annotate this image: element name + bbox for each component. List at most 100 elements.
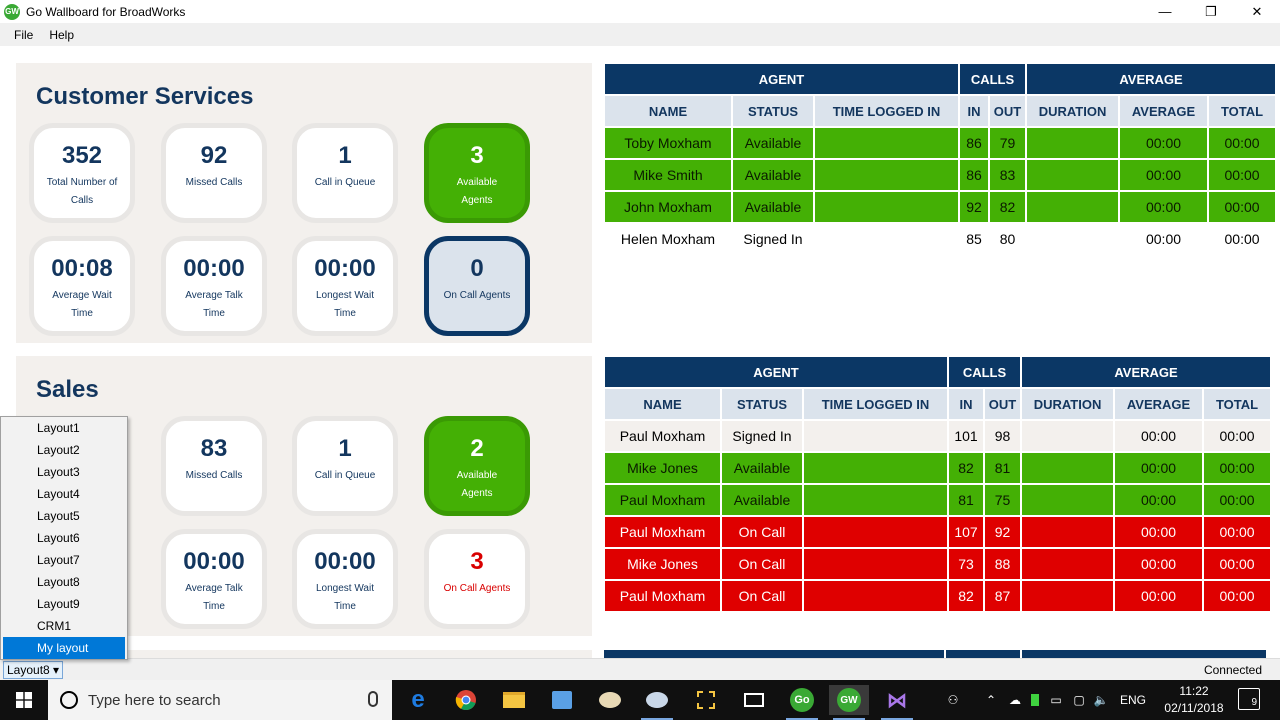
connection-status: Connected: [1203, 663, 1262, 677]
col-duration: DURATION: [1027, 96, 1119, 126]
cell-time-logged-in: [804, 421, 948, 451]
table-row: John Moxham Available 92 82 00:00 00:00: [605, 192, 1276, 222]
cell-duration: [1027, 224, 1119, 254]
file-explorer-icon[interactable]: [494, 685, 534, 715]
action-center-icon[interactable]: 9: [1238, 688, 1260, 710]
col-average: AVERAGE: [1115, 389, 1203, 419]
cell-total: 00:00: [1209, 224, 1276, 254]
layout-option[interactable]: CRM1: [1, 615, 127, 637]
cell-duration: [1022, 453, 1114, 483]
paint-3d-icon[interactable]: [637, 685, 677, 720]
cell-out: 75: [985, 485, 1021, 515]
paint-icon[interactable]: [590, 685, 630, 715]
cell-out: 81: [985, 453, 1021, 483]
chrome-icon[interactable]: [446, 685, 486, 715]
language-indicator[interactable]: ENG: [1116, 693, 1150, 707]
queue-title: Customer Services: [36, 83, 254, 110]
snipping-tool-icon[interactable]: [686, 685, 726, 715]
cell-name: Toby Moxham: [605, 128, 731, 158]
col-in: IN: [960, 96, 989, 126]
taskbar-clock[interactable]: 11:22 02/11/2018: [1162, 683, 1226, 717]
device-icon[interactable]: ▭: [1044, 693, 1068, 707]
go-app-icon[interactable]: Go: [782, 685, 822, 720]
table-row: Paul Moxham Signed In 101 98 00:00 00:00: [605, 421, 1271, 451]
layout-option[interactable]: Layout8: [1, 571, 127, 593]
menu-file[interactable]: File: [6, 28, 41, 42]
layout-option[interactable]: Layout3: [1, 461, 127, 483]
media-app-icon[interactable]: [542, 685, 582, 715]
menu-help[interactable]: Help: [41, 28, 82, 42]
cell-status: On Call: [722, 517, 802, 547]
gw-app-label: GW: [837, 688, 861, 712]
cell-name: Paul Moxham: [605, 581, 720, 611]
cell-in: 92: [960, 192, 989, 222]
layout-option[interactable]: Layout7: [1, 549, 127, 571]
clock-time: 11:22: [1179, 684, 1209, 698]
cell-total: 00:00: [1209, 192, 1276, 222]
layout-option[interactable]: Layout5: [1, 505, 127, 527]
show-hidden-icons[interactable]: ⌃: [978, 693, 1004, 707]
layout-option[interactable]: Layout4: [1, 483, 127, 505]
cell-total: 00:00: [1204, 549, 1271, 579]
network-icon[interactable]: ▢: [1068, 693, 1090, 707]
layout-option[interactable]: Layout9: [1, 593, 127, 615]
cell-time-logged-in: [804, 485, 948, 515]
taskbar-search[interactable]: Type here to search: [48, 680, 392, 720]
people-icon[interactable]: ⚇: [944, 693, 962, 707]
cell-in: 81: [949, 485, 984, 515]
tile-value: 00:00: [314, 255, 376, 282]
mail-icon[interactable]: [734, 685, 774, 715]
gw-app-icon[interactable]: GW: [829, 685, 869, 720]
edge-icon[interactable]: e: [398, 685, 438, 715]
visual-studio-icon[interactable]: ⋈: [877, 685, 917, 720]
cell-duration: [1022, 549, 1114, 579]
tile-value: 1: [338, 142, 352, 169]
tile-missed-calls: 92 Missed Calls: [161, 123, 267, 223]
layout-option[interactable]: Layout1: [1, 417, 127, 439]
tile-label: On Call Agents: [443, 290, 511, 301]
tile-total-calls: 352 Total Number of Calls: [29, 123, 135, 223]
cell-out: 98: [985, 421, 1021, 451]
start-button[interactable]: [0, 680, 48, 720]
tile-label: Call in Queue: [314, 177, 376, 188]
menu-bar: File Help: [0, 23, 1280, 46]
col-time-logged-in: TIME LOGGED IN: [815, 96, 959, 126]
cell-status: Signed In: [722, 421, 802, 451]
tile-on-call-agents: 3 On Call Agents: [424, 529, 530, 629]
volume-icon[interactable]: 🔈: [1090, 693, 1112, 707]
cell-name: Paul Moxham: [605, 421, 720, 451]
tile-value: 0: [470, 255, 484, 282]
cell-name: Mike Jones: [605, 453, 720, 483]
system-tray: ⚇ ⌃ ☁ ▭ ▢ 🔈 ENG: [944, 680, 1150, 720]
window-title: Go Wallboard for BroadWorks: [26, 4, 186, 19]
cell-duration: [1022, 517, 1114, 547]
col-average: AVERAGE: [1120, 96, 1208, 126]
layout-option-selected[interactable]: My layout: [3, 637, 125, 659]
cell-status: Available: [733, 160, 813, 190]
cell-time-logged-in: [815, 224, 959, 254]
tile-value: 00:00: [183, 255, 245, 282]
layout-selector-dropdown[interactable]: Layout8 ▾: [3, 661, 64, 679]
tile-average-talk-time: 00:00 Average Talk Time: [161, 529, 267, 629]
cell-out: 92: [985, 517, 1021, 547]
layout-option[interactable]: Layout6: [1, 527, 127, 549]
close-button[interactable]: ✕: [1234, 0, 1280, 23]
layout-dropdown-menu: Layout1 Layout2 Layout3 Layout4 Layout5 …: [0, 416, 128, 660]
microphone-icon[interactable]: [368, 691, 378, 707]
cell-total: 00:00: [1204, 581, 1271, 611]
col-out: OUT: [985, 389, 1021, 419]
tile-label: Available Agents: [456, 177, 498, 206]
battery-status-icon[interactable]: [1026, 694, 1044, 706]
tile-available-agents: 3 Available Agents: [424, 123, 530, 223]
cell-average: 00:00: [1115, 421, 1203, 451]
layout-option[interactable]: Layout2: [1, 439, 127, 461]
minimize-button[interactable]: —: [1142, 0, 1188, 23]
table-row: Paul Moxham Available 81 75 00:00 00:00: [605, 485, 1271, 515]
col-time-logged-in: TIME LOGGED IN: [804, 389, 948, 419]
tile-label: Average Wait Time: [52, 290, 112, 319]
cell-average: 00:00: [1120, 160, 1208, 190]
window-controls: — ❐ ✕: [1142, 0, 1280, 23]
cloud-icon[interactable]: ☁: [1004, 693, 1026, 707]
cell-out: 80: [990, 224, 1026, 254]
restore-button[interactable]: ❐: [1188, 0, 1234, 23]
